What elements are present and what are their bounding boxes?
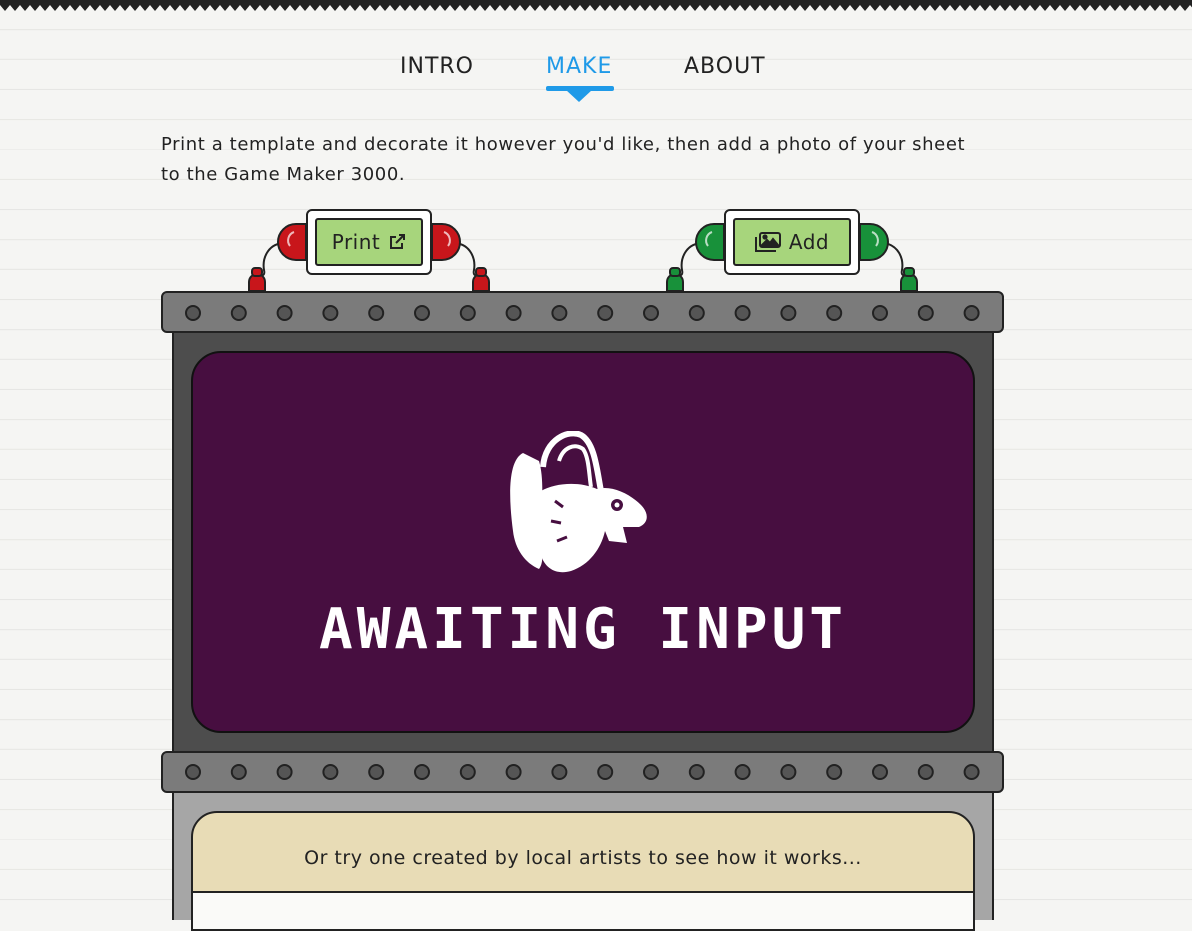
print-button-label: Print: [331, 230, 381, 254]
screen-status-text: AWAITING INPUT: [318, 597, 847, 662]
intro-text: Print a template and decorate it however…: [161, 134, 966, 185]
print-button-frame: Print: [306, 209, 432, 275]
rivet: [688, 305, 705, 321]
add-button-label: Add: [788, 230, 830, 254]
add-button[interactable]: Add: [733, 218, 851, 266]
nav-about[interactable]: ABOUT: [684, 54, 766, 79]
rivet: [185, 305, 201, 321]
rivet: [276, 305, 293, 321]
rivet: [963, 764, 980, 780]
nav-make[interactable]: MAKE: [546, 54, 612, 79]
lamp-red-left: [277, 223, 307, 261]
rivet: [459, 764, 476, 780]
rivet: [505, 764, 522, 780]
rivet: [185, 764, 201, 780]
rivet: [414, 764, 430, 780]
rivet: [688, 764, 705, 780]
external-link-icon: [390, 234, 406, 249]
rivet: [734, 305, 751, 321]
add-button-frame: Add: [724, 209, 860, 275]
rivet: [963, 305, 980, 321]
rivet: [643, 305, 659, 321]
rivet: [505, 305, 522, 321]
gallery-strip: [193, 891, 973, 929]
rivet: [230, 764, 247, 780]
rivet: [917, 764, 934, 780]
rivet: [230, 305, 247, 321]
nav-intro[interactable]: INTRO: [400, 54, 474, 79]
rivet: [780, 764, 797, 780]
images-icon: [754, 232, 781, 252]
rivet: [826, 305, 843, 321]
squirrel-icon: [510, 431, 647, 573]
gallery-prompt: Or try one created by local artists to s…: [304, 847, 862, 869]
rivet: [551, 764, 568, 780]
rivet: [322, 764, 339, 780]
rivet: [414, 305, 430, 321]
nav-active-caret: [566, 90, 592, 102]
game-screen: AWAITING INPUT: [191, 351, 975, 733]
lamp-red-right: [431, 223, 461, 261]
artist-gallery-panel: Or try one created by local artists to s…: [191, 811, 975, 931]
rivet: [734, 764, 751, 780]
rivet: [597, 305, 614, 321]
rivet: [872, 764, 888, 780]
rivet: [322, 305, 339, 321]
rivet: [917, 305, 934, 321]
rivet: [597, 764, 614, 780]
rivet: [643, 764, 659, 780]
rivet: [780, 305, 797, 321]
rivet: [459, 305, 476, 321]
rivet: [872, 305, 888, 321]
lamp-green-left: [695, 223, 725, 261]
rivet: [276, 764, 293, 780]
rivet: [368, 764, 385, 780]
rivet: [551, 305, 568, 321]
main-nav: INTRO MAKE ABOUT: [0, 54, 1192, 104]
print-button[interactable]: Print: [315, 218, 423, 266]
lamp-green-right: [859, 223, 889, 261]
torn-top-edge: [0, 0, 1192, 11]
rivet: [368, 305, 385, 321]
rivet: [826, 764, 843, 780]
